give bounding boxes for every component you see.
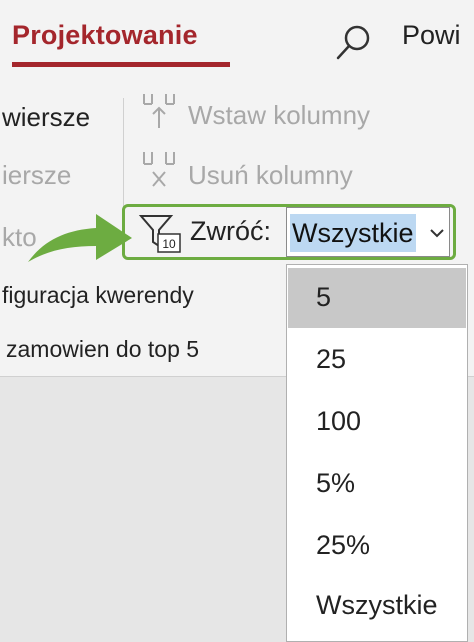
delete-rows-button[interactable]: iersze (2, 160, 71, 191)
green-arrow-icon (28, 214, 132, 262)
tab-design[interactable]: Projektowanie (12, 20, 198, 51)
insert-columns-button[interactable]: Wstaw kolumny (188, 100, 370, 131)
delete-column-icon (143, 152, 175, 187)
delete-columns-button[interactable]: Usuń kolumny (188, 160, 353, 191)
insert-rows-button[interactable]: wiersze (2, 102, 90, 133)
search-icon[interactable] (334, 22, 374, 62)
dropdown-option[interactable]: Wszystkie (288, 576, 466, 636)
tab-next[interactable]: Powi (402, 20, 461, 51)
svg-text:10: 10 (162, 237, 176, 251)
dropdown-option[interactable]: 25% (288, 516, 466, 576)
dropdown-option[interactable]: 25 (288, 330, 466, 390)
chevron-down-icon[interactable] (426, 222, 448, 244)
active-tab-underline (12, 62, 230, 67)
dropdown-option[interactable]: 100 (288, 392, 466, 452)
ribbon-separator (123, 98, 124, 208)
filter-top-values-icon: 10 (138, 215, 181, 253)
dropdown-option[interactable]: 5% (288, 454, 466, 514)
query-setup-group-label: figuracja kwerendy (2, 282, 194, 308)
dropdown-option[interactable]: 5 (288, 268, 466, 328)
document-tab-title[interactable]: zamowien do top 5 (6, 336, 199, 363)
return-combo-value[interactable]: Wszystkie (290, 214, 416, 252)
insert-column-icon (143, 94, 175, 128)
return-label: Zwróć: (190, 216, 271, 246)
